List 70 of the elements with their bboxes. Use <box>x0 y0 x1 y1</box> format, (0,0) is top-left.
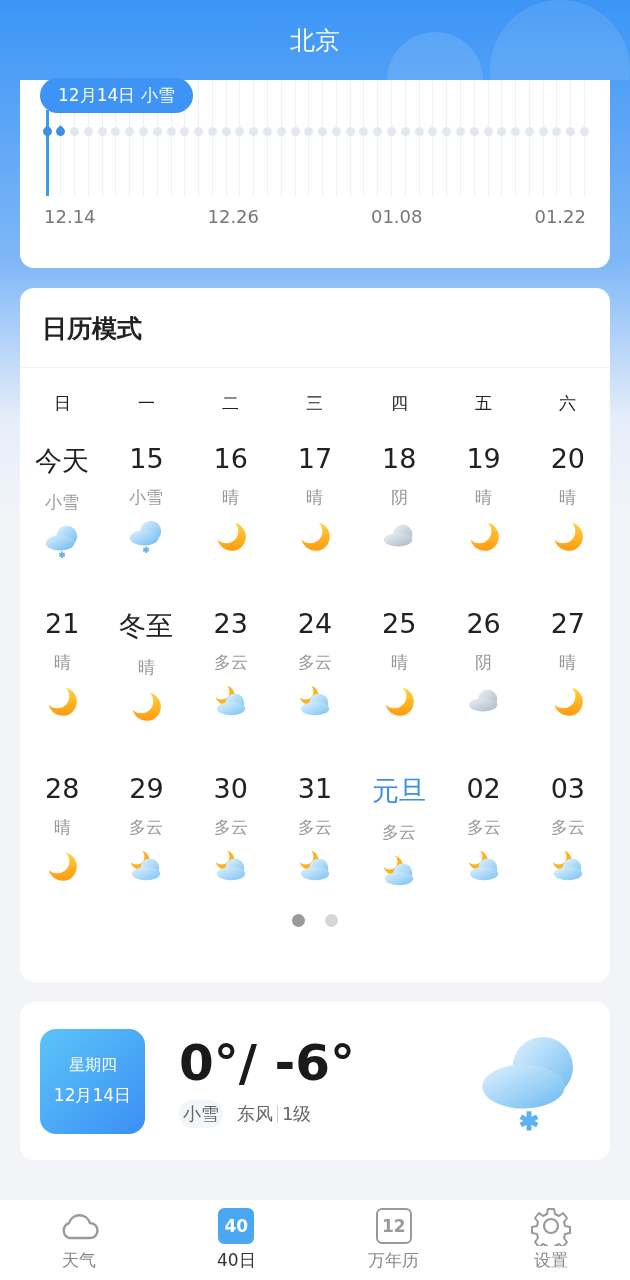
page-dot[interactable] <box>292 914 305 927</box>
forty-day-icon: 40 <box>218 1208 255 1244</box>
weekday-label: 日 <box>52 392 72 415</box>
day-label[interactable]: 23 <box>213 608 248 639</box>
date-label: 01.08 <box>370 206 423 227</box>
weekday-label: 一 <box>136 392 156 415</box>
page-dot[interactable] <box>325 914 338 927</box>
weather-label: 多云 <box>550 816 585 839</box>
weather-label: 晴 <box>390 651 408 674</box>
weekday-label: 五 <box>474 392 494 415</box>
day-label[interactable]: 30 <box>213 773 248 804</box>
weekday-label: 三 <box>305 392 325 415</box>
weather-label: 阴 <box>390 486 408 509</box>
nav-tab[interactable]: 40 40日 <box>157 1200 315 1280</box>
calendar-icon: 12 <box>375 1208 412 1244</box>
day-label[interactable]: 16 <box>213 443 248 474</box>
day-label[interactable]: 17 <box>297 443 333 474</box>
weather-label: 多云 <box>298 651 332 674</box>
weekday-text: 星期四 <box>68 1055 117 1076</box>
day-label[interactable]: 21 <box>44 608 80 639</box>
day-label[interactable]: 24 <box>297 608 333 639</box>
date-label: 12.14 <box>44 206 96 227</box>
city-title: 北京 <box>290 24 340 57</box>
weather-label: 小雪 <box>129 486 164 509</box>
day-label[interactable]: 冬至 <box>119 608 174 644</box>
day-label[interactable]: 15 <box>129 443 164 474</box>
day-label[interactable]: 28 <box>44 773 80 804</box>
temperature-range: 0°/ -6° <box>179 1034 356 1092</box>
weather-label: 晴 <box>222 486 240 509</box>
wind-direction: 东风 <box>237 1102 273 1126</box>
weather-label: 多云 <box>466 816 501 839</box>
day-label[interactable]: 20 <box>550 443 585 474</box>
weather-label: 多云 <box>129 816 164 839</box>
weather-label: 小雪 <box>45 491 80 514</box>
day-label[interactable]: 25 <box>382 608 417 639</box>
day-label[interactable]: 31 <box>297 773 333 804</box>
day-label[interactable]: 19 <box>466 443 501 474</box>
nav-tab[interactable]: 12 万年历 <box>315 1200 473 1280</box>
weather-label: 晴 <box>53 816 71 839</box>
calendar-title: 日历模式 <box>20 288 610 368</box>
day-label[interactable]: 27 <box>550 608 585 639</box>
weekday-label: 四 <box>389 392 409 415</box>
day-label[interactable]: 今天 <box>35 443 90 479</box>
day-label[interactable]: 02 <box>466 773 501 804</box>
weather-label: 晴 <box>53 651 71 674</box>
weather-label: 多云 <box>213 816 248 839</box>
day-label[interactable]: 29 <box>129 773 164 804</box>
settings-icon <box>531 1206 572 1246</box>
date-tooltip: 12月14日 小雪 <box>40 78 193 113</box>
weather-tag: 小雪 <box>179 1100 223 1128</box>
date-label: 12.26 <box>207 206 259 227</box>
nav-tab[interactable]: 设置 <box>472 1200 630 1280</box>
day-label[interactable]: 18 <box>382 443 417 474</box>
weather-label: 晴 <box>559 486 577 509</box>
weather-label: 晴 <box>559 651 577 674</box>
weather-label: 多云 <box>213 651 248 674</box>
weekday-label: 二 <box>221 392 241 415</box>
date-text: 12月14日 <box>53 1084 132 1107</box>
weather-label: 晴 <box>475 486 493 509</box>
weather-label: 晴 <box>306 486 324 509</box>
date-label: 01.22 <box>534 206 586 227</box>
weather-label: 多云 <box>298 816 332 839</box>
weather-label: 多云 <box>382 821 417 844</box>
day-label[interactable]: 03 <box>550 773 585 804</box>
weekday-label: 六 <box>558 392 578 415</box>
day-label[interactable]: 26 <box>466 608 501 639</box>
weather-label: 晴 <box>137 656 155 679</box>
wind-level: 1级 <box>282 1102 312 1126</box>
nav-tab[interactable]: 天气 <box>0 1200 158 1280</box>
weather-label: 阴 <box>475 651 493 674</box>
